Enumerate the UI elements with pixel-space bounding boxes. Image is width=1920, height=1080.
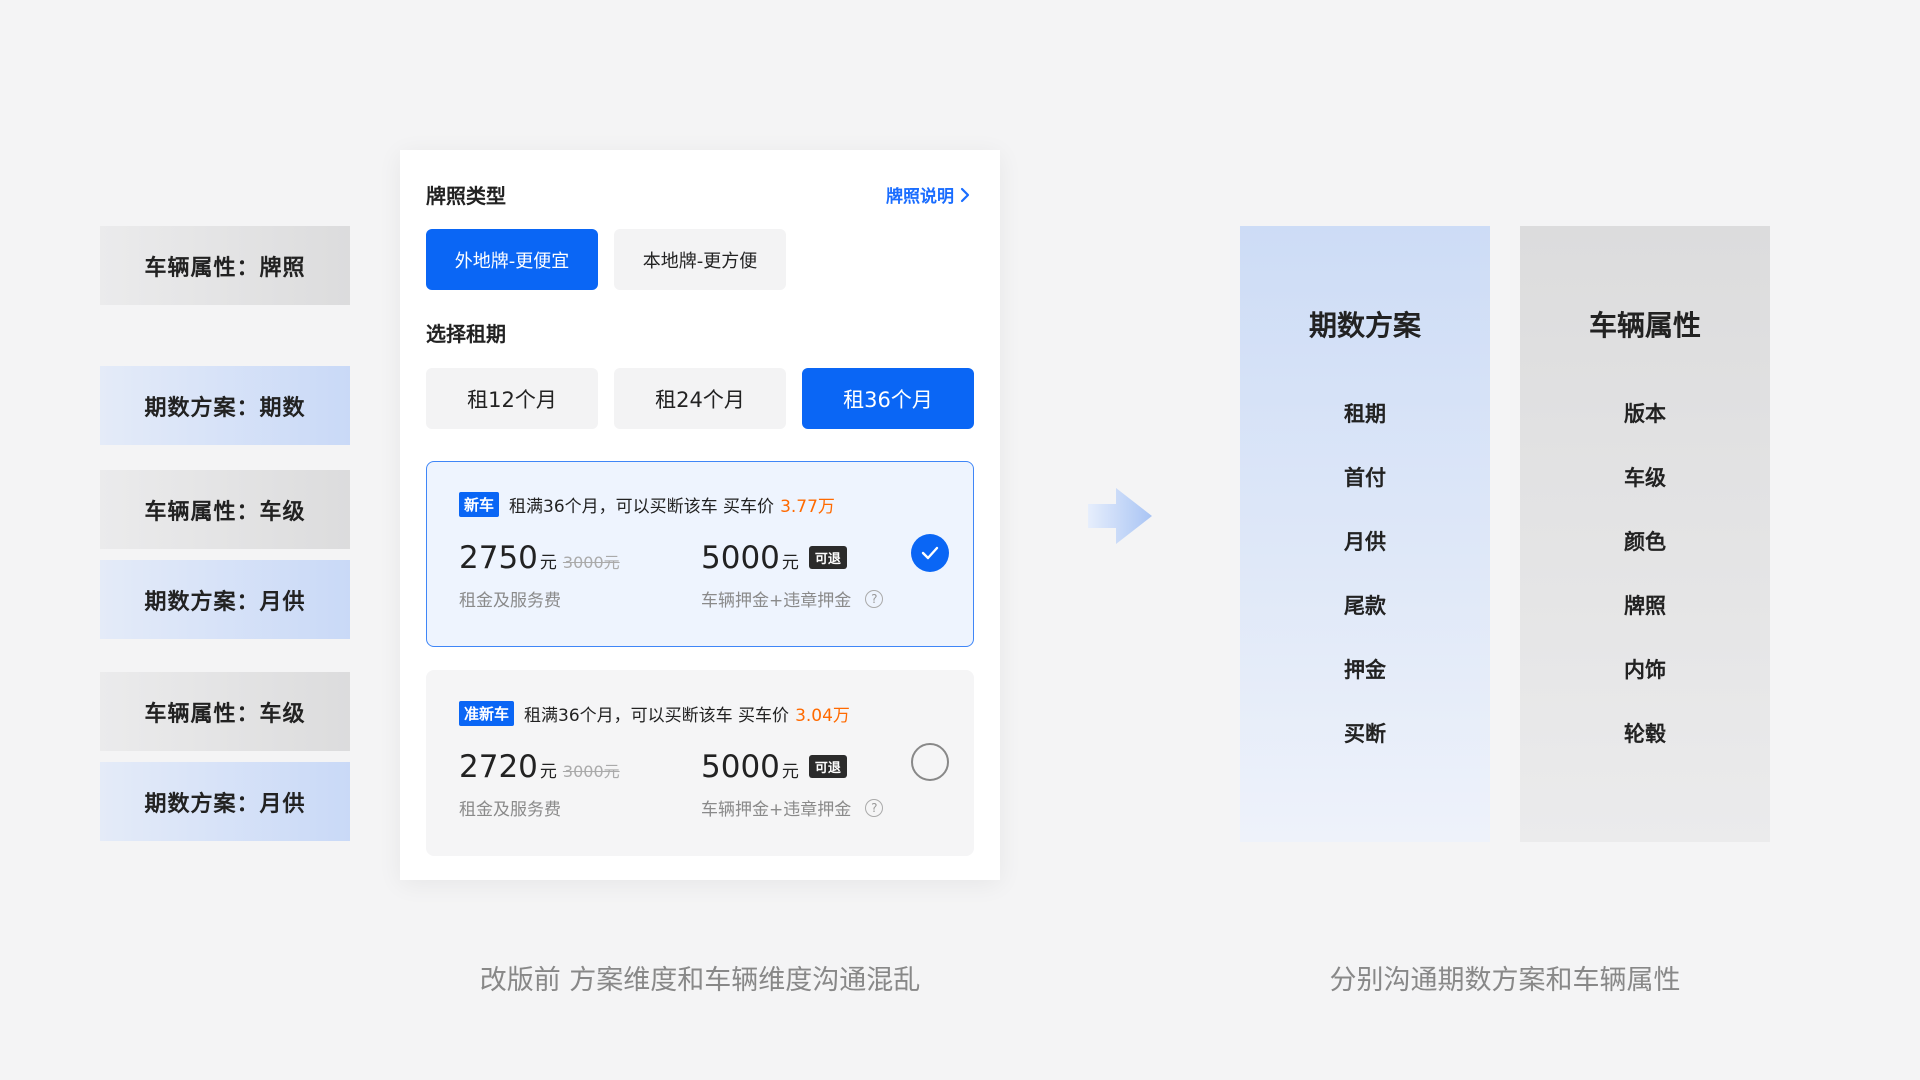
tag-label: 车辆属性：牌照 — [144, 255, 306, 281]
rent-block: 2750 元 3000元 租金及服务费 — [459, 540, 620, 611]
caption-after: 分别沟通期数方案和车辆属性 — [1329, 965, 1681, 996]
deposit-label: 车辆押金+违章押金 — [701, 800, 852, 820]
radio-checked-icon[interactable] — [911, 534, 949, 572]
rent-label: 租金及服务费 — [459, 591, 561, 611]
plan-header: 新车 租满36个月，可以买断该车 买车价 3.77万 — [459, 492, 835, 517]
rent-amount: 2750 — [459, 540, 538, 576]
caption-before: 改版前 方案维度和车辆维度沟通混乱 — [479, 965, 921, 996]
plan-item: 押金 — [1344, 658, 1386, 682]
term-option-24[interactable]: 租24个月 — [614, 368, 786, 429]
plan-description: 租满36个月，可以买断该车 买车价 — [509, 497, 775, 517]
deposit-unit: 元 — [781, 762, 799, 782]
refundable-badge: 可退 — [808, 755, 847, 778]
tag-vehicle-plate: 车辆属性：牌照 — [100, 226, 350, 305]
buyout-price: 3.77万 — [780, 497, 835, 517]
tag-vehicle-grade: 车辆属性：车级 — [100, 470, 350, 549]
vehicle-column-title: 车辆属性 — [1588, 309, 1701, 342]
rent-amount: 2720 — [459, 749, 538, 785]
nearly-new-car-badge: 准新车 — [459, 701, 515, 726]
plate-info-link-label: 牌照说明 — [886, 187, 954, 207]
plate-option-nonlocal[interactable]: 外地牌-更便宜 — [426, 229, 598, 290]
term-option-label: 租36个月 — [843, 387, 933, 412]
deposit-amount: 5000 — [701, 540, 780, 576]
vehicle-item: 颜色 — [1624, 530, 1666, 554]
plan-header: 准新车 租满36个月，可以买断该车 买车价 3.04万 — [459, 701, 850, 726]
plate-option-label: 本地牌-更方便 — [642, 250, 758, 272]
radio-unchecked-icon[interactable] — [911, 743, 949, 781]
rent-original-price: 3000元 — [562, 553, 620, 572]
term-title: 选择租期 — [426, 322, 506, 346]
rent-label: 租金及服务费 — [459, 800, 561, 820]
term-option-label: 租24个月 — [655, 387, 745, 412]
plan-description: 租满36个月，可以买断该车 买车价 — [524, 706, 790, 726]
term-option-36[interactable]: 租36个月 — [802, 368, 974, 429]
term-option-label: 租12个月 — [467, 387, 557, 412]
term-option-12[interactable]: 租12个月 — [426, 368, 598, 429]
new-car-badge: 新车 — [459, 492, 500, 517]
tag-label: 车辆属性：车级 — [144, 499, 306, 525]
refundable-badge: 可退 — [808, 546, 847, 569]
vehicle-dimension-column: 车辆属性 版本 车级 颜色 牌照 内饰 轮毂 — [1520, 226, 1770, 842]
tag-label: 期数方案：期数 — [144, 395, 306, 421]
plate-option-local[interactable]: 本地牌-更方便 — [614, 229, 786, 290]
plate-option-label: 外地牌-更便宜 — [454, 250, 570, 272]
rental-plan-card: 牌照类型 牌照说明 外地牌-更便宜 本地牌-更方便 选择租期 租12个月 租24… — [400, 150, 1000, 880]
tag-label: 车辆属性：车级 — [144, 701, 306, 727]
plate-type-title: 牌照类型 — [426, 184, 506, 208]
plan-item: 尾款 — [1344, 594, 1386, 618]
tag-vehicle-grade-2: 车辆属性：车级 — [100, 672, 350, 751]
help-icon[interactable]: ? — [865, 798, 884, 817]
rent-unit: 元 — [539, 762, 557, 782]
vehicle-item: 轮毂 — [1624, 722, 1666, 746]
plan-item: 月供 — [1344, 530, 1386, 554]
tag-label: 期数方案：月供 — [144, 791, 306, 817]
plan-column-title: 期数方案 — [1308, 309, 1421, 342]
plan-dimension-column: 期数方案 租期 首付 月供 尾款 押金 买断 — [1240, 226, 1490, 842]
deposit-block: 5000 元 可退 车辆押金+违章押金 ? — [701, 540, 884, 611]
vehicle-item: 牌照 — [1624, 594, 1666, 618]
deposit-label: 车辆押金+违章押金 — [701, 591, 852, 611]
checkmark-icon — [921, 546, 939, 560]
deposit-amount: 5000 — [701, 749, 780, 785]
plan-item: 买断 — [1344, 722, 1386, 746]
buyout-price: 3.04万 — [795, 706, 850, 726]
vehicle-item: 内饰 — [1624, 658, 1666, 682]
rent-block: 2720 元 3000元 租金及服务费 — [459, 749, 620, 820]
plan-item: 租期 — [1344, 402, 1386, 426]
plan-option-nearly-new-car[interactable]: 准新车 租满36个月，可以买断该车 买车价 3.04万 2720 元 3000元… — [426, 670, 974, 856]
plan-item: 首付 — [1344, 466, 1386, 490]
plate-info-link[interactable]: 牌照说明 — [886, 182, 970, 207]
arrow-right-icon — [1088, 488, 1152, 544]
vehicle-item: 车级 — [1624, 466, 1666, 490]
help-icon[interactable]: ? — [865, 589, 884, 608]
vehicle-item: 版本 — [1624, 402, 1666, 426]
plan-option-new-car[interactable]: 新车 租满36个月，可以买断该车 买车价 3.77万 2750 元 3000元 … — [426, 461, 974, 647]
tag-plan-monthly: 期数方案：月供 — [100, 560, 350, 639]
tag-label: 期数方案：月供 — [144, 589, 306, 615]
tag-plan-monthly-2: 期数方案：月供 — [100, 762, 350, 841]
rent-unit: 元 — [539, 553, 557, 573]
deposit-block: 5000 元 可退 车辆押金+违章押金 ? — [701, 749, 884, 820]
chevron-right-icon — [960, 187, 970, 202]
tag-plan-term: 期数方案：期数 — [100, 366, 350, 445]
rent-original-price: 3000元 — [562, 762, 620, 781]
deposit-unit: 元 — [781, 553, 799, 573]
